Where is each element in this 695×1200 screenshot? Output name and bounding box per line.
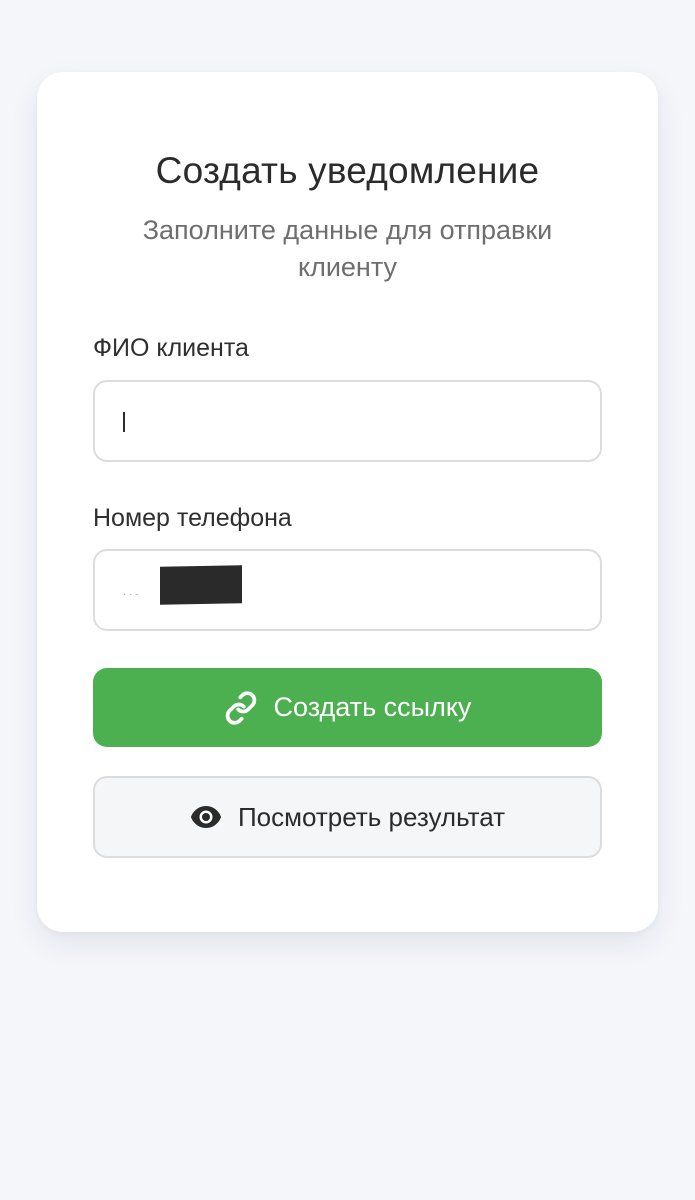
phone-redaction-residue: · · · [123, 589, 139, 600]
link-icon [224, 690, 258, 725]
phone-label: Номер телефона [93, 504, 292, 532]
create-link-label: Создать ссылку [273, 692, 472, 722]
client-name-input[interactable] [93, 380, 602, 462]
view-result-button[interactable]: Посмотреть результат [93, 776, 602, 858]
form-subtitle: Заполните данные для отправки клиенту [142, 215, 553, 282]
phone-redaction-mark [160, 565, 242, 605]
notification-form-card: Создать уведомление Заполните данные для… [37, 72, 658, 932]
create-link-button[interactable]: Создать ссылку [93, 668, 602, 747]
client-name-label: ФИО клиента [93, 334, 249, 362]
view-result-label: Посмотреть результат [237, 801, 506, 832]
form-title: Создать уведомление [155, 150, 540, 191]
text-caret [123, 412, 125, 432]
eye-icon [190, 804, 222, 830]
